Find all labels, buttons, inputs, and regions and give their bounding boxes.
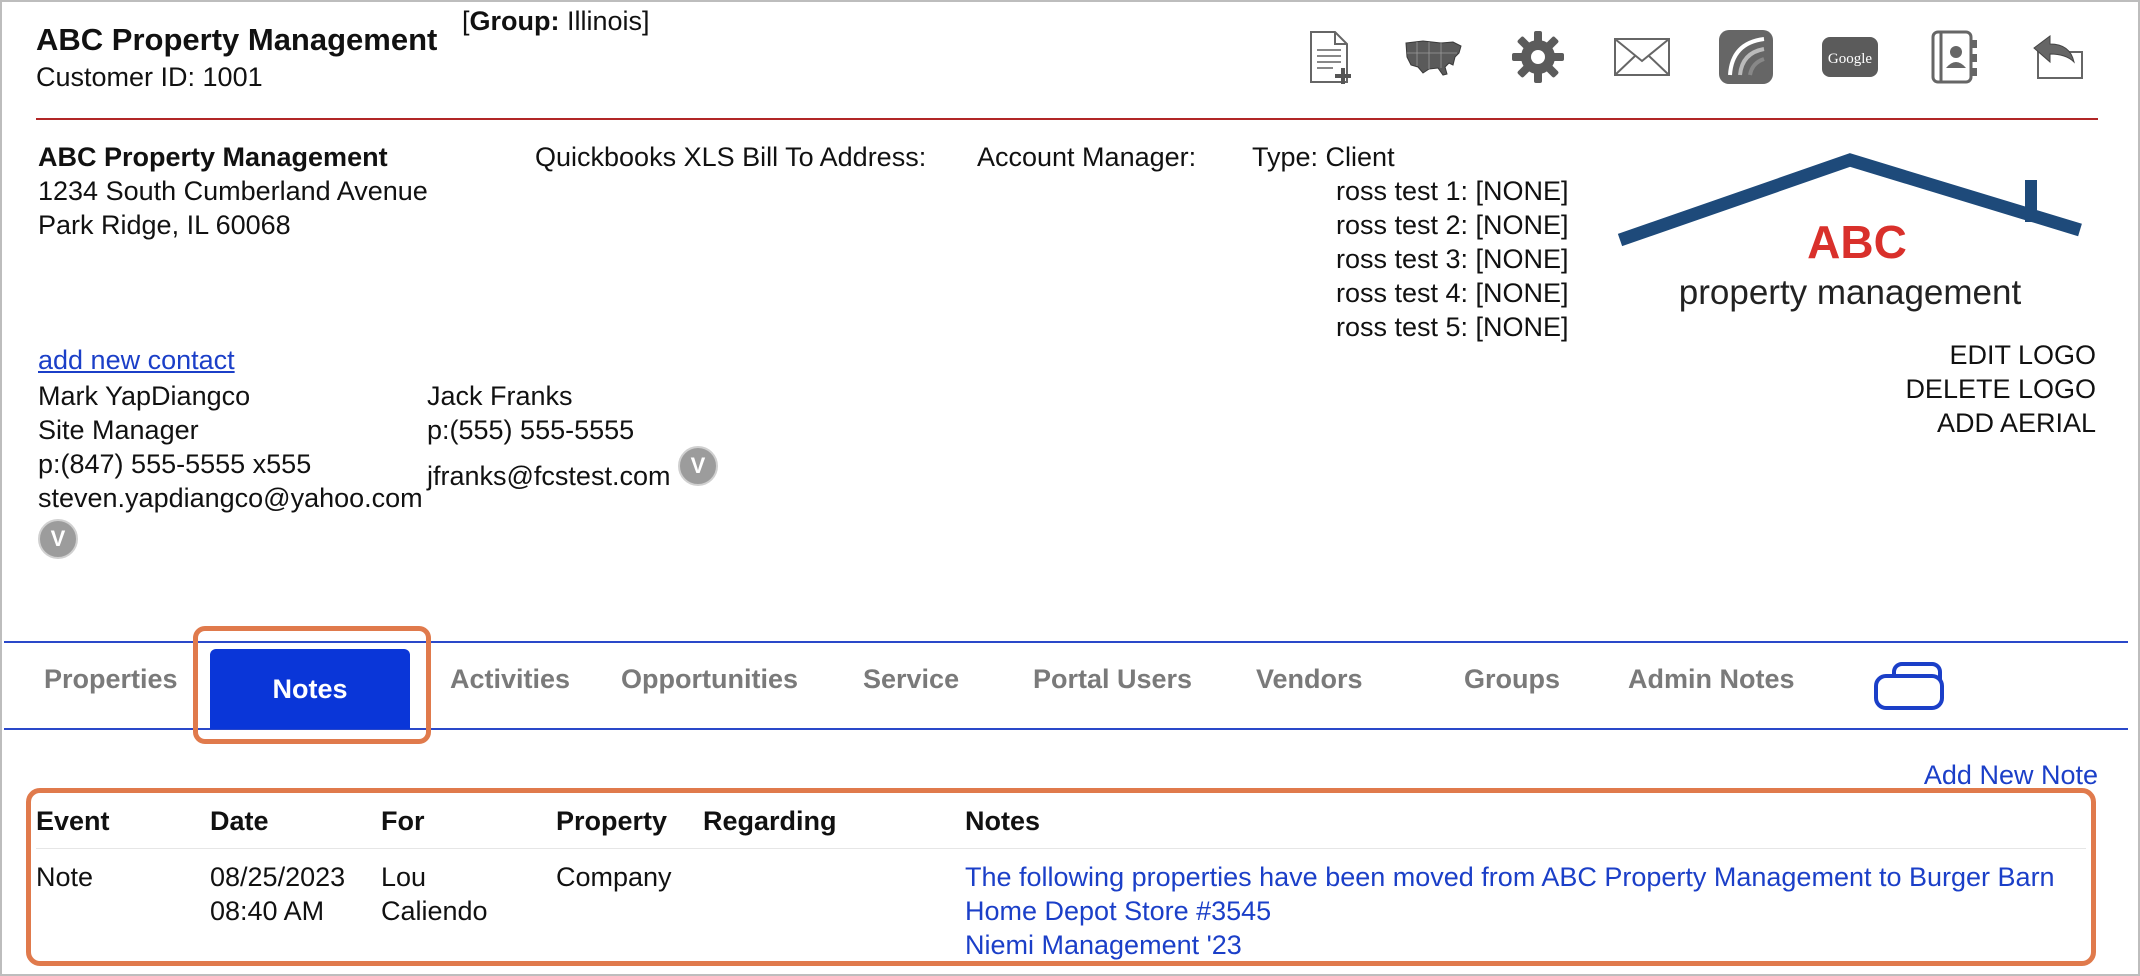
logo-actions: EDIT LOGO DELETE LOGO ADD AERIAL [1905,338,2096,440]
cell-notes: The following properties have been moved… [965,860,2055,962]
vcard-badge[interactable]: V [678,446,718,486]
contact-name: Mark YapDiangco [38,381,251,411]
tab-notes[interactable]: Notes [210,649,410,729]
billing-address: ABC Property Management 1234 South Cumbe… [38,140,428,242]
header-divider [36,118,2098,120]
gear-icon[interactable] [1486,22,1590,92]
tab-portal-users[interactable]: Portal Users [1033,664,1192,695]
contact-phone: p:(847) 555-5555 x555 [38,449,312,479]
add-aerial-link[interactable]: ADD AERIAL [1905,406,2096,440]
vcard-badge[interactable]: V [38,519,78,559]
cell-event: Note [36,862,94,892]
group-label: [Group: Illinois] [462,6,650,37]
type-label: Type: Client [1252,142,1395,172]
cell-date: 08/25/2023 08:40 AM [210,860,345,928]
add-new-contact-link[interactable]: add new contact [38,345,235,376]
tab-service[interactable]: Service [863,664,959,695]
custom-fields: ross test 1: [NONE] ross test 2: [NONE] … [1336,174,1569,344]
logo-abc-text: ABC [1807,216,1907,268]
contact-phone: p:(555) 555-5555 [427,415,635,445]
column-header-property: Property [556,806,668,836]
custom-field: ross test 5: [NONE] [1336,312,1569,342]
toolbar: Google [1278,22,2110,92]
tab-admin-notes[interactable]: Admin Notes [1628,664,1795,695]
add-new-note-link[interactable]: Add New Note [1924,760,2098,791]
address-city: Park Ridge, IL 60068 [38,210,291,240]
edit-logo-link[interactable]: EDIT LOGO [1905,338,2096,372]
custom-field: ross test 4: [NONE] [1336,278,1569,308]
address-street: 1234 South Cumberland Avenue [38,176,428,206]
logo-subtitle-text: property management [1679,273,2022,312]
custom-field: ross test 3: [NONE] [1336,244,1569,274]
customer-id: Customer ID: 1001 [36,62,263,92]
app-logo-icon[interactable] [1694,22,1798,92]
tab-activities[interactable]: Activities [450,664,570,695]
company-title: ABC Property Management [36,22,438,57]
delete-logo-link[interactable]: DELETE LOGO [1905,372,2096,406]
group-key: Group: [469,6,560,36]
table-header-divider [36,848,2086,849]
tab-properties[interactable]: Properties [44,664,178,695]
return-icon[interactable] [2006,22,2110,92]
new-document-icon[interactable] [1278,22,1382,92]
custom-field: ross test 2: [NONE] [1336,210,1569,240]
note-link[interactable]: Niemi Management '23 [965,928,2055,962]
contact-card: Mark YapDiangco Site Manager p:(847) 555… [38,379,423,559]
column-header-event: Event [36,806,110,836]
column-header-for: For [381,806,425,836]
cell-for: Lou Caliendo [381,860,488,928]
company-logo: ABC property management [1614,150,2086,325]
usa-map-icon[interactable] [1382,22,1486,92]
quickbooks-label: Quickbooks XLS Bill To Address: [535,142,927,172]
tab-groups[interactable]: Groups [1464,664,1560,695]
google-icon-text: Google [1828,51,1873,67]
tab-vendors[interactable]: Vendors [1256,664,1363,695]
tab-opportunities[interactable]: Opportunities [621,664,798,695]
cell-date-day: 08/25/2023 [210,862,346,892]
contact-card: Jack Franks p:(555) 555-5555 [427,379,634,447]
column-header-notes: Notes [965,806,1041,836]
address-name: ABC Property Management [38,142,388,172]
contact-email: jfranks@fcstest.com [427,461,671,491]
group-value: Illinois] [559,6,650,36]
contacts-book-icon[interactable] [1902,22,2006,92]
cell-property: Company [556,862,672,892]
contact-email: steven.yapdiangco@yahoo.com [38,483,423,513]
cell-date-time: 08:40 AM [210,896,325,926]
column-header-regarding: Regarding [703,806,837,836]
note-link[interactable]: The following properties have been moved… [965,860,2055,894]
cell-for-first: Lou [381,862,427,892]
account-manager-label: Account Manager: [977,142,1197,172]
contact-title: Site Manager [38,415,199,445]
cell-for-last: Caliendo [381,896,488,926]
google-icon[interactable]: Google [1798,22,1902,92]
mail-icon[interactable] [1590,22,1694,92]
group-bracket: [ [462,6,470,36]
column-header-date: Date [210,806,269,836]
stacked-windows-icon[interactable] [1872,660,1946,717]
custom-field: ross test 1: [NONE] [1336,176,1569,206]
note-link[interactable]: Home Depot Store #3545 [965,894,2055,928]
contact-name: Jack Franks [427,381,573,411]
